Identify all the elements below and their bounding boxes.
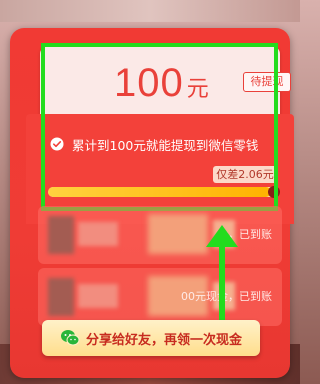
- blurred-content: [148, 214, 208, 254]
- share-to-friend-button[interactable]: 分享给好友，再领一次现金: [42, 320, 260, 356]
- reward-record-item[interactable]: 金，已到账: [38, 206, 282, 264]
- share-button-label: 分享给好友，再领一次现金: [85, 332, 242, 348]
- reward-record-item[interactable]: 00元现金，已到账: [38, 268, 282, 326]
- blurred-name: [78, 222, 118, 246]
- blurred-avatar: [48, 278, 74, 316]
- blurred-name: [78, 284, 118, 308]
- background-blur-top: [0, 0, 300, 22]
- highlight-annotation-box: [41, 43, 278, 211]
- blurred-avatar: [48, 216, 74, 254]
- red-envelope-card: 待提现 100 元 累计到100元就能提现到微信零钱 仅差2.06元 金，已到账…: [10, 28, 294, 378]
- wechat-icon: [60, 330, 80, 346]
